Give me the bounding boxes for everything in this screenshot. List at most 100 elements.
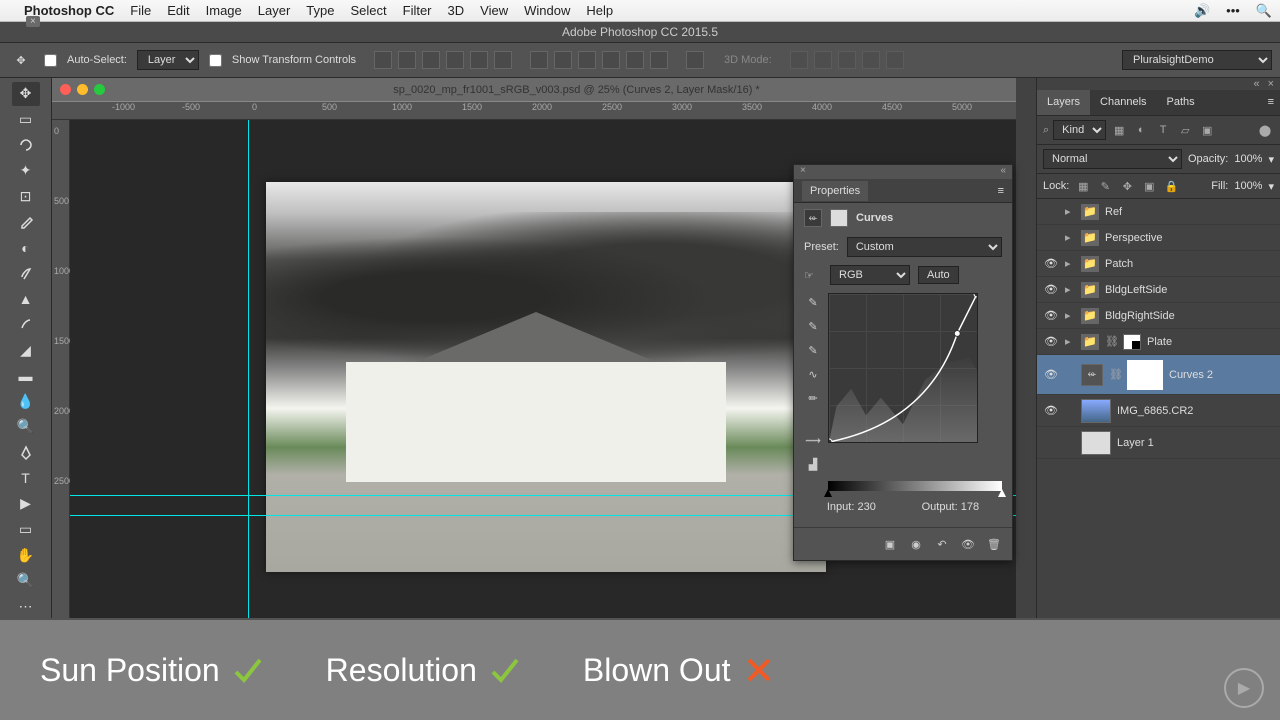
type-tool[interactable]: T [12, 466, 40, 490]
menu-edit[interactable]: Edit [167, 3, 189, 18]
input-value[interactable]: 230 [857, 501, 875, 513]
clone-stamp-tool[interactable]: ▲ [12, 287, 40, 311]
close-panels-icon[interactable]: × [1268, 78, 1274, 90]
black-point-slider[interactable] [824, 489, 832, 497]
workspace-selector[interactable]: PluralsightDemo [1122, 50, 1272, 70]
eraser-tool[interactable]: ◢ [12, 338, 40, 362]
layer-patch[interactable]: 👁 ▸ 📁 Patch [1037, 251, 1280, 277]
menu-select[interactable]: Select [350, 3, 386, 18]
auto-select-checkbox[interactable] [44, 54, 57, 67]
dist-vcenter-icon[interactable] [554, 51, 572, 69]
visibility-icon[interactable]: 👁 [1043, 335, 1059, 348]
move-tool[interactable]: ✥ [12, 82, 40, 106]
preset-select[interactable]: Custom [847, 237, 1002, 257]
3d-orbit-icon[interactable] [790, 51, 808, 69]
gradient-tool[interactable]: ▬ [12, 364, 40, 388]
edit-toolbar[interactable]: ⋯ [12, 595, 40, 619]
visibility-icon[interactable]: 👁 [1043, 309, 1059, 322]
filter-smart-icon[interactable]: ▣ [1198, 122, 1216, 138]
magic-wand-tool[interactable]: ✦ [12, 159, 40, 183]
pen-tool[interactable] [12, 441, 40, 465]
tab-channels[interactable]: Channels [1090, 90, 1156, 115]
filter-adjust-icon[interactable]: ◐ [1132, 122, 1150, 138]
view-previous-icon[interactable]: ◉ [908, 536, 924, 552]
expand-icon[interactable]: ▸ [1065, 309, 1075, 322]
doc-zoom-icon[interactable] [94, 84, 105, 95]
3d-slide-icon[interactable] [862, 51, 880, 69]
tab-paths[interactable]: Paths [1157, 90, 1205, 115]
layer-layer1[interactable]: Layer 1 [1037, 427, 1280, 459]
visibility-icon[interactable]: 👁 [1043, 283, 1059, 296]
mask-icon[interactable]: ◻ [830, 209, 848, 227]
mask-thumb[interactable] [1127, 360, 1163, 390]
eyedropper-tool[interactable] [12, 210, 40, 234]
lock-transparency-icon[interactable]: ▦ [1075, 178, 1091, 194]
collapsed-panels[interactable] [1016, 78, 1036, 618]
tab-layers[interactable]: Layers [1037, 90, 1090, 115]
layer-thumb[interactable] [1081, 431, 1111, 455]
filter-shape-icon[interactable]: ▱ [1176, 122, 1194, 138]
eyedropper-gray-icon[interactable]: ✎ [804, 317, 822, 335]
histogram-icon[interactable]: ▟ [804, 455, 822, 473]
layer-thumb[interactable] [1081, 399, 1111, 423]
opacity-chevron-icon[interactable]: ▾ [1268, 153, 1274, 166]
targeted-adjust-icon[interactable]: ☞ [804, 269, 822, 282]
menu-layer[interactable]: Layer [258, 3, 291, 18]
volume-icon[interactable]: 🔊 [1194, 3, 1210, 19]
delete-adjustment-icon[interactable]: 🗑 [986, 536, 1002, 552]
show-transform-checkbox[interactable] [209, 54, 222, 67]
curve-pencil-icon[interactable]: ✏ [804, 389, 822, 407]
filter-toggle-icon[interactable]: ⬤ [1256, 122, 1274, 138]
lasso-tool[interactable] [12, 133, 40, 157]
auto-align-icon[interactable] [686, 51, 704, 69]
curves-graph[interactable] [828, 293, 978, 443]
link-icon[interactable]: ⛓ [1105, 335, 1117, 348]
clip-to-layer-icon[interactable]: ▣ [882, 536, 898, 552]
ruler-horizontal[interactable]: -1000 -500 0 500 1000 1500 2000 2500 300… [52, 102, 1036, 120]
curve-line[interactable] [829, 294, 977, 442]
menu-view[interactable]: View [480, 3, 508, 18]
close-tab-icon[interactable]: × [26, 16, 40, 27]
fill-value[interactable]: 100% [1234, 180, 1262, 192]
menu-type[interactable]: Type [306, 3, 334, 18]
expand-icon[interactable]: ▸ [1065, 335, 1075, 348]
dist-right-icon[interactable] [650, 51, 668, 69]
lock-position-icon[interactable]: ✥ [1119, 178, 1135, 194]
channel-select[interactable]: RGB [830, 265, 910, 285]
layer-plate[interactable]: 👁 ▸ 📁 ⛓ Plate [1037, 329, 1280, 355]
properties-panel[interactable]: × « Properties ≡ ⬰ ◻ Curves Preset: Cust… [793, 164, 1013, 561]
layer-img6865[interactable]: 👁 IMG_6865.CR2 [1037, 395, 1280, 427]
fill-chevron-icon[interactable]: ▾ [1268, 180, 1274, 193]
filter-search-icon[interactable]: ⌕ [1043, 124, 1049, 137]
expand-icon[interactable]: ▸ [1065, 257, 1075, 270]
auto-select-mode[interactable]: Layer [137, 50, 199, 70]
3d-roll-icon[interactable] [814, 51, 832, 69]
curve-point-icon[interactable]: ∿ [804, 365, 822, 383]
guide-vertical[interactable] [248, 120, 249, 618]
rectangle-tool[interactable]: ▭ [12, 518, 40, 542]
menu-extras-icon[interactable]: ••• [1226, 3, 1240, 18]
spotlight-icon[interactable]: 🔍 [1256, 3, 1272, 19]
canvas-document[interactable] [266, 182, 826, 572]
visibility-icon[interactable]: 👁 [1043, 404, 1059, 417]
toggle-visibility-icon[interactable]: 👁 [960, 536, 976, 552]
lock-all-icon[interactable]: 🔒 [1163, 178, 1179, 194]
marquee-tool[interactable]: ▭ [12, 108, 40, 132]
align-right-icon[interactable] [494, 51, 512, 69]
dist-hcenter-icon[interactable] [626, 51, 644, 69]
opacity-value[interactable]: 100% [1234, 153, 1262, 165]
eyedropper-white-icon[interactable]: ✎ [804, 341, 822, 359]
panel-close-icon[interactable]: × [800, 165, 806, 179]
crop-tool[interactable]: ⊡ [12, 185, 40, 209]
expand-icon[interactable]: ▸ [1065, 231, 1075, 244]
align-top-icon[interactable] [374, 51, 392, 69]
output-value[interactable]: 178 [961, 501, 979, 513]
layer-bldgrightside[interactable]: 👁 ▸ 📁 BldgRightSide [1037, 303, 1280, 329]
healing-brush-tool[interactable]: ◐ [12, 236, 40, 260]
dist-top-icon[interactable] [530, 51, 548, 69]
visibility-icon[interactable]: 👁 [1043, 257, 1059, 270]
layer-bldgleftside[interactable]: 👁 ▸ 📁 BldgLeftSide [1037, 277, 1280, 303]
link-icon[interactable]: ⛓ [1109, 368, 1121, 381]
ruler-vertical[interactable]: 0 500 1000 1500 2000 2500 [52, 120, 70, 618]
filter-kind-select[interactable]: Kind [1053, 120, 1106, 140]
